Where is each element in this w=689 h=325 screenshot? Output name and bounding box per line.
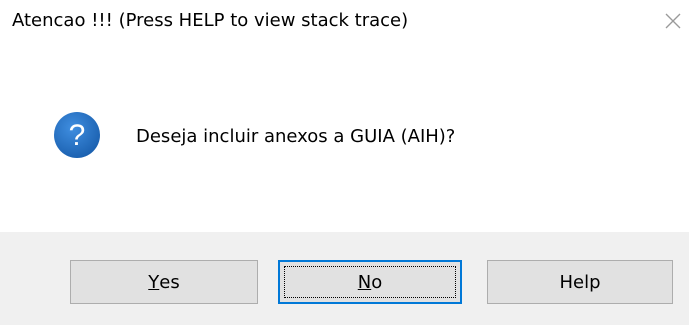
- question-glyph: ?: [69, 119, 86, 152]
- yes-label-rest: es: [159, 271, 180, 293]
- no-mnemonic: N: [357, 271, 372, 293]
- yes-mnemonic: Y: [148, 271, 160, 293]
- button-bar: Yes No Help: [0, 232, 689, 325]
- help-label: Help: [559, 271, 601, 293]
- dialog-title: Atencao !!! (Press HELP to view stack tr…: [12, 10, 409, 31]
- help-button[interactable]: Help: [487, 260, 673, 304]
- no-label-rest: o: [371, 271, 383, 293]
- question-icon: ?: [52, 110, 102, 160]
- yes-button[interactable]: Yes: [70, 260, 258, 304]
- dialog-body: ? Deseja incluir anexos a GUIA (AIH)?: [0, 48, 689, 232]
- close-icon[interactable]: [660, 8, 686, 34]
- dialog-message: Deseja incluir anexos a GUIA (AIH)?: [136, 126, 456, 147]
- message-dialog: Atencao !!! (Press HELP to view stack tr…: [0, 0, 689, 325]
- no-button[interactable]: No: [278, 260, 462, 304]
